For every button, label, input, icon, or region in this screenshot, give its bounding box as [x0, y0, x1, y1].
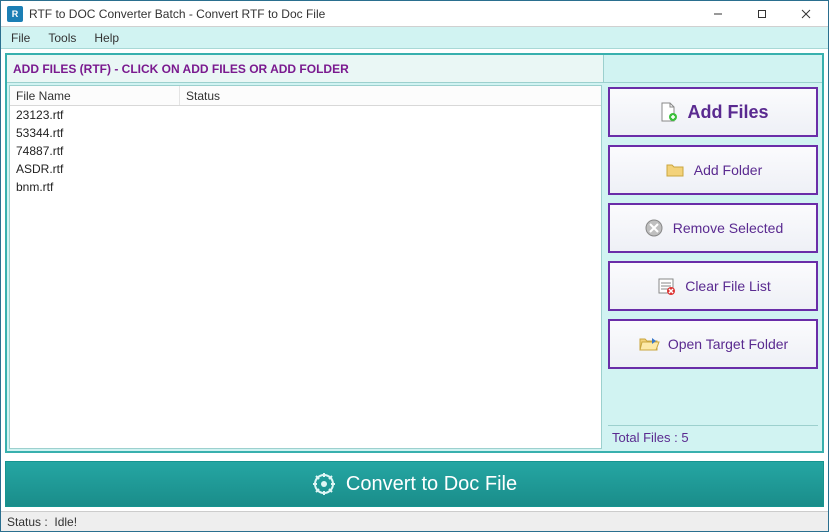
- cell-filename: bnm.rtf: [10, 180, 180, 194]
- main-panel: ADD FILES (RTF) - CLICK ON ADD FILES OR …: [5, 53, 824, 453]
- clear-list-icon: [655, 275, 677, 297]
- menu-file[interactable]: File: [11, 31, 30, 45]
- remove-selected-label: Remove Selected: [673, 220, 784, 236]
- convert-label: Convert to Doc File: [346, 473, 517, 496]
- window-title: RTF to DOC Converter Batch - Convert RTF…: [29, 7, 325, 21]
- remove-icon: [643, 217, 665, 239]
- table-row[interactable]: 74887.rtf: [10, 142, 601, 160]
- cell-filename: 23123.rtf: [10, 108, 180, 122]
- file-table: File Name Status 23123.rtf 53344.rtf 74887…: [9, 85, 602, 449]
- close-button[interactable]: [784, 1, 828, 27]
- clear-list-button[interactable]: Clear File List: [608, 261, 818, 311]
- add-folder-label: Add Folder: [694, 162, 762, 178]
- minimize-button[interactable]: [696, 1, 740, 27]
- header-blank: [604, 55, 822, 83]
- statusbar: Status : Idle!: [1, 511, 828, 531]
- file-add-icon: [657, 101, 679, 123]
- add-folder-button[interactable]: Add Folder: [608, 145, 818, 195]
- menubar: File Tools Help: [1, 27, 828, 49]
- cell-filename: ASDR.rtf: [10, 162, 180, 176]
- total-files-label: Total Files : 5: [608, 425, 818, 447]
- table-header: File Name Status: [10, 86, 601, 106]
- table-body: 23123.rtf 53344.rtf 74887.rtf ASDR.rtf bnm.r…: [10, 106, 601, 448]
- folder-icon: [664, 159, 686, 181]
- maximize-icon: [757, 9, 767, 19]
- status-value: Idle!: [54, 515, 77, 529]
- close-icon: [801, 9, 811, 19]
- table-row[interactable]: 53344.rtf: [10, 124, 601, 142]
- convert-button[interactable]: Convert to Doc File: [5, 461, 824, 507]
- titlebar: R RTF to DOC Converter Batch - Convert R…: [1, 1, 828, 27]
- maximize-button[interactable]: [740, 1, 784, 27]
- cell-filename: 53344.rtf: [10, 126, 180, 140]
- window-controls: [696, 1, 828, 27]
- column-status[interactable]: Status: [180, 89, 601, 103]
- clear-list-label: Clear File List: [685, 278, 771, 294]
- table-row[interactable]: 23123.rtf: [10, 106, 601, 124]
- status-label: Status :: [7, 515, 48, 529]
- table-row[interactable]: ASDR.rtf: [10, 160, 601, 178]
- add-files-label: Add Files: [687, 102, 768, 123]
- side-panel: Add Files Add Folder Remove Selected: [604, 83, 822, 451]
- app-window: R RTF to DOC Converter Batch - Convert R…: [0, 0, 829, 532]
- gear-icon: [312, 472, 336, 496]
- remove-selected-button[interactable]: Remove Selected: [608, 203, 818, 253]
- minimize-icon: [713, 9, 723, 19]
- column-filename[interactable]: File Name: [10, 86, 180, 105]
- menu-help[interactable]: Help: [94, 31, 119, 45]
- instruction-label: ADD FILES (RTF) - CLICK ON ADD FILES OR …: [7, 55, 604, 83]
- menu-tools[interactable]: Tools: [48, 31, 76, 45]
- add-files-button[interactable]: Add Files: [608, 87, 818, 137]
- open-target-button[interactable]: Open Target Folder: [608, 319, 818, 369]
- table-row[interactable]: bnm.rtf: [10, 178, 601, 196]
- open-target-label: Open Target Folder: [668, 336, 788, 352]
- open-folder-icon: [638, 333, 660, 355]
- app-icon: R: [7, 6, 23, 22]
- cell-filename: 74887.rtf: [10, 144, 180, 158]
